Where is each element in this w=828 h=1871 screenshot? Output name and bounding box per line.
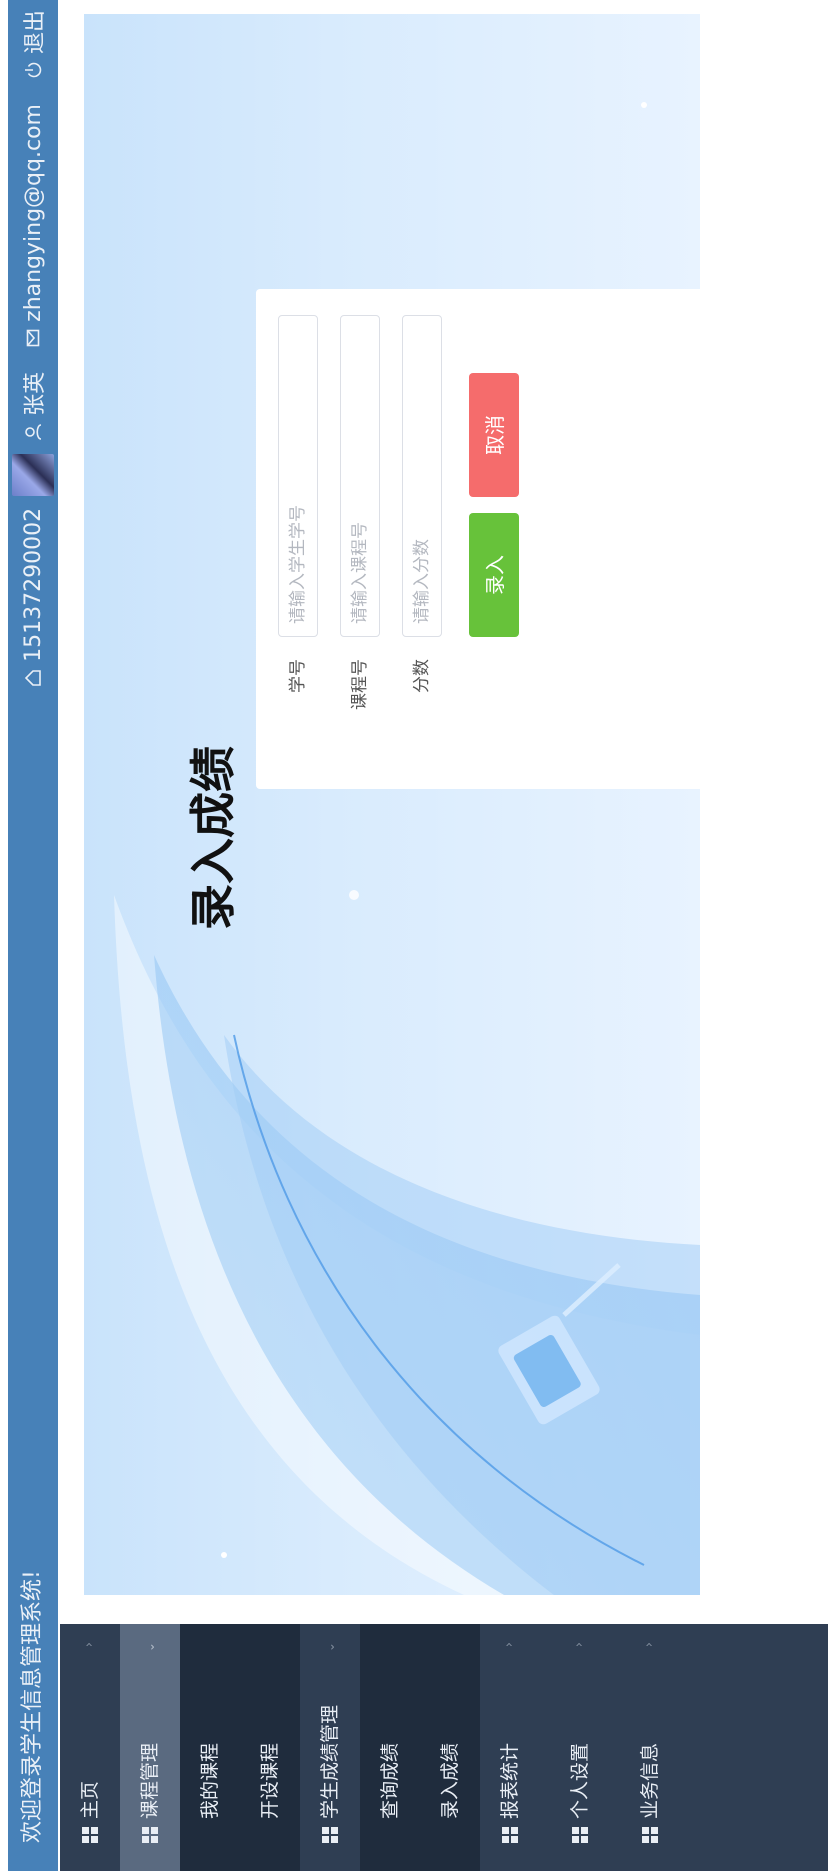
grid-icon (142, 1827, 158, 1843)
avatar[interactable] (12, 453, 54, 496)
sidebar-menu: 主页 › 课程管理 ⌄ 我的课程 开设课程 学生成绩管理 ⌄ 查询成绩 录入成绩… (60, 1624, 828, 1871)
user-email: zhangying@qq.com (20, 104, 46, 322)
sidebar-item-enter-grades[interactable]: 录入成绩 (420, 1624, 480, 1871)
username: 张英 (23, 371, 48, 416)
sidebar-item-my-courses[interactable]: 我的课程 (180, 1624, 240, 1871)
phone-number: 15137290002 (20, 507, 46, 662)
chevron-right-icon: › (572, 1642, 587, 1648)
grid-icon (572, 1827, 588, 1843)
user-icon (23, 422, 43, 442)
chevron-right-icon: › (642, 1642, 657, 1648)
sidebar-item-personal-settings[interactable]: 个人设置 › (550, 1624, 610, 1871)
top-header: 欢迎登录学生信息管理系统! 15137290002 张英 zhangying@q… (8, 0, 58, 1871)
sidebar-item-label: 主页 (79, 1780, 101, 1819)
sidebar-item-label: 我的课程 (199, 1742, 221, 1819)
power-icon[interactable] (23, 60, 43, 80)
cancel-button[interactable]: 取消 (469, 373, 519, 497)
grid-icon (642, 1827, 658, 1843)
sidebar-item-course-management[interactable]: 课程管理 ⌄ (120, 1624, 180, 1871)
sidebar-item-label: 课程管理 (139, 1742, 161, 1819)
chevron-right-icon: › (502, 1642, 517, 1648)
course-id-input[interactable] (340, 315, 380, 637)
sidebar-item-label: 业务信息 (639, 1742, 661, 1819)
sidebar-item-label: 开设课程 (259, 1742, 281, 1819)
sidebar-item-label: 查询成绩 (379, 1742, 401, 1819)
course-id-label: 课程号 (350, 659, 370, 710)
app-root: 欢迎登录学生信息管理系统! 15137290002 张英 zhangying@q… (0, 0, 828, 1871)
grid-icon (82, 1827, 98, 1843)
welcome-text: 欢迎登录学生信息管理系统! (20, 1570, 45, 1843)
sidebar-item-home[interactable]: 主页 › (60, 1624, 120, 1871)
grid-icon (502, 1827, 518, 1843)
sidebar-item-grade-management[interactable]: 学生成绩管理 ⌄ (300, 1624, 360, 1871)
sidebar-item-reports[interactable]: 报表统计 › (480, 1624, 540, 1871)
page-title: 录入成绩 (186, 746, 240, 930)
mail-icon (23, 328, 43, 348)
logout-link[interactable]: 退出 (17, 10, 49, 54)
score-label: 分数 (412, 659, 432, 693)
student-id-input[interactable] (278, 315, 318, 637)
sidebar-item-label: 学生成绩管理 (319, 1704, 341, 1819)
submit-button[interactable]: 录入 (469, 513, 519, 637)
sidebar-item-query-grades[interactable]: 查询成绩 (360, 1624, 420, 1871)
chevron-right-icon: › (82, 1642, 97, 1648)
grade-entry-form: 学号 课程号 分数 录入 取消 (256, 289, 700, 789)
student-id-label: 学号 (288, 659, 308, 693)
chevron-down-icon: ⌄ (143, 1642, 157, 1653)
sidebar-item-label: 录入成绩 (439, 1742, 461, 1819)
main-content: 录入成绩 学号 课程号 分数 录入 取消 (84, 14, 700, 1595)
chevron-down-icon: ⌄ (323, 1642, 337, 1653)
user-info-bar: 15137290002 张英 zhangying@qq.com 退出 (8, 10, 58, 688)
sidebar-item-business-info[interactable]: 业务信息 › (620, 1624, 680, 1871)
score-input[interactable] (402, 315, 442, 637)
sidebar-item-label: 报表统计 (499, 1742, 521, 1819)
home-icon (23, 668, 43, 688)
sidebar-item-open-courses[interactable]: 开设课程 (240, 1624, 300, 1871)
sidebar-item-label: 个人设置 (569, 1742, 591, 1819)
grid-icon (322, 1827, 338, 1843)
